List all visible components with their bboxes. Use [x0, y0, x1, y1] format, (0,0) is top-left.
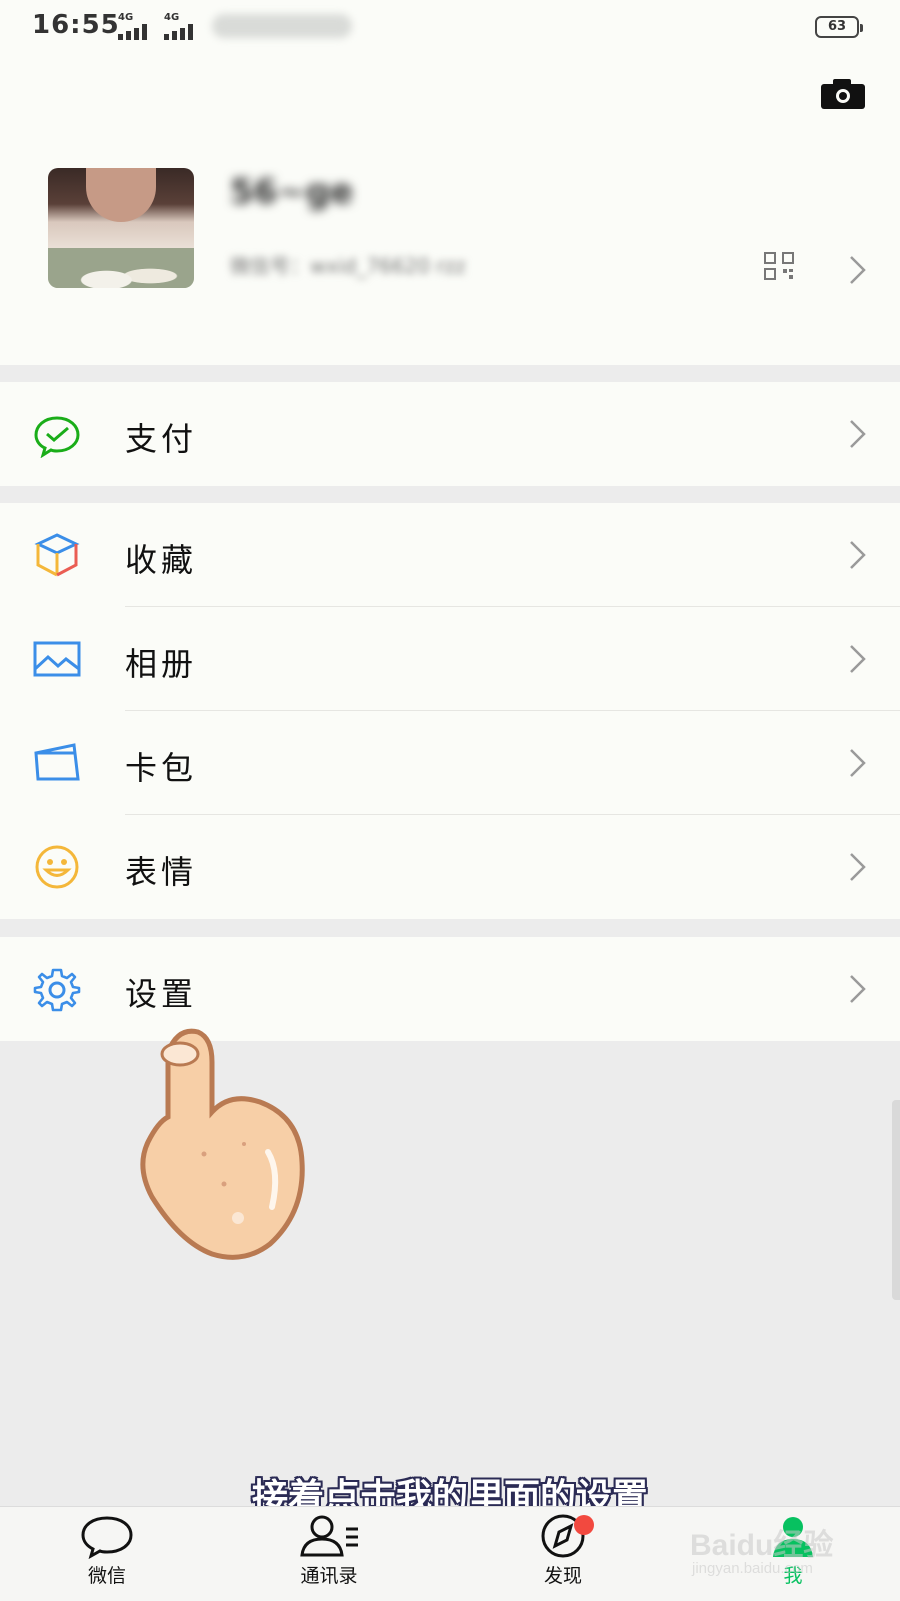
network-type-1: 4G: [118, 12, 134, 23]
menu-item-stickers[interactable]: 表情: [0, 815, 900, 919]
menu-label: 收藏: [125, 541, 198, 579]
menu-item-album[interactable]: 相册: [0, 607, 900, 711]
contacts-icon: [300, 1515, 358, 1557]
menu-group-settings: 设置: [0, 937, 900, 1041]
profile-nickname: 56~ge: [230, 172, 354, 212]
card-wallet-icon: [34, 743, 80, 781]
chevron-right-icon: [850, 541, 866, 569]
menu-item-card-wallet[interactable]: 卡包: [0, 711, 900, 815]
notification-badge: [574, 1515, 594, 1535]
qr-code-icon[interactable]: [764, 252, 794, 280]
chat-bubble-icon: [81, 1516, 133, 1559]
camera-icon[interactable]: [820, 78, 866, 110]
menu-label: 设置: [125, 975, 198, 1013]
battery-level: 63: [827, 19, 847, 34]
chevron-right-icon: [850, 645, 866, 673]
wechat-me-screen: 16:55 4G 4G 63 56~ge 微信号：wxid_76620 rzz: [0, 0, 900, 1601]
album-picture-icon: [33, 641, 81, 677]
tab-discover[interactable]: 发现: [498, 1513, 628, 1599]
baidu-jingyan-watermark: Baidu经验 jingyan.baidu.com: [690, 1520, 890, 1590]
menu-group-pay: 支付: [0, 382, 900, 486]
status-time: 16:55: [32, 10, 120, 40]
chevron-right-icon: [850, 256, 866, 284]
menu-label: 支付: [125, 420, 198, 458]
menu-label: 卡包: [125, 749, 198, 787]
carrier-name-blurred: [212, 14, 352, 38]
settings-gear-icon: [33, 968, 81, 1012]
chevron-right-icon: [850, 853, 866, 881]
menu-item-settings[interactable]: 设置: [0, 937, 900, 1041]
status-bar: 16:55 4G 4G 63: [0, 0, 900, 56]
tab-label: 通讯录: [300, 1565, 358, 1587]
tab-label: 发现: [543, 1565, 582, 1587]
scroll-edge: [892, 1100, 900, 1300]
menu-item-pay[interactable]: 支付: [0, 382, 900, 486]
profile-card[interactable]: 56~ge 微信号：wxid_76620 rzz: [0, 150, 900, 300]
chevron-right-icon: [850, 749, 866, 777]
watermark-main: Baidu经验: [690, 1529, 834, 1562]
watermark-sub: jingyan.baidu.com: [692, 1560, 813, 1577]
menu-label: 表情: [125, 853, 198, 891]
pointing-hand-icon: [140, 1028, 305, 1260]
profile-wechat-id: 微信号：wxid_76620 rzz: [230, 254, 466, 278]
network-type-2: 4G: [164, 12, 180, 23]
tab-contacts[interactable]: 通讯录: [264, 1513, 394, 1599]
chevron-right-icon: [850, 420, 866, 448]
sticker-smiley-icon: [35, 845, 79, 889]
menu-item-favorites[interactable]: 收藏: [0, 503, 900, 607]
tab-label: 微信: [87, 1565, 126, 1587]
favorites-cube-icon: [34, 533, 80, 577]
menu-group-services: 收藏 相册 卡包 表情: [0, 503, 900, 919]
tab-chats[interactable]: 微信: [42, 1513, 172, 1599]
wechat-pay-icon: [34, 416, 80, 458]
chevron-right-icon: [850, 975, 866, 1003]
avatar[interactable]: [48, 168, 194, 288]
menu-label: 相册: [125, 645, 198, 683]
profile-header-area: 16:55 4G 4G 63 56~ge 微信号：wxid_76620 rzz: [0, 0, 900, 365]
battery-icon: 63: [815, 16, 863, 38]
